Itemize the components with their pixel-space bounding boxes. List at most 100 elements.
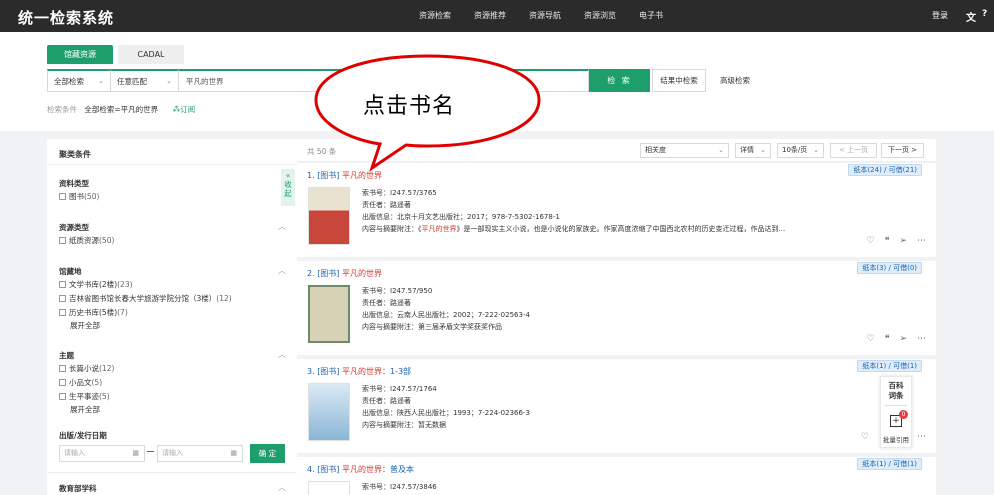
- checkbox[interactable]: [59, 237, 66, 244]
- divider: [47, 472, 297, 473]
- record-fields: 索书号：I247.57/950 责任者：路遥著 出版信息：云南人民出版社；200…: [362, 285, 530, 333]
- author: 责任者：路遥著: [362, 201, 411, 209]
- checkbox[interactable]: [59, 309, 66, 316]
- search-within-results-button[interactable]: 结果中检索: [652, 69, 706, 92]
- call-number: 索书号：I247.57/3846: [362, 483, 437, 491]
- record-title[interactable]: 平凡的世界: [342, 465, 382, 474]
- facet-item-count: (12): [216, 294, 232, 303]
- share-icon[interactable]: ➢: [899, 236, 907, 246]
- chevron-up-icon[interactable]: ︿: [278, 221, 286, 232]
- match-mode-select[interactable]: 任意匹配 ⌄: [110, 69, 178, 92]
- facet-item[interactable]: 纸质资源(50): [59, 235, 114, 246]
- tab-library-collection[interactable]: 馆藏资源: [47, 45, 113, 64]
- facet-heading-subject: 主题: [59, 351, 74, 360]
- app-logo[interactable]: 统一检索系统: [18, 7, 114, 28]
- chevron-up-icon[interactable]: ︿: [278, 265, 286, 276]
- book-cover[interactable]: [308, 187, 350, 245]
- collapse-sidebar-button[interactable]: « 收 起: [281, 169, 295, 206]
- next-page-button[interactable]: 下一页 >: [881, 143, 924, 158]
- date-to-placeholder: 请输入: [162, 449, 183, 457]
- language-icon[interactable]: 文: [966, 9, 976, 24]
- heart-icon[interactable]: ♡: [861, 432, 869, 442]
- date-to-input[interactable]: 请输入 ▦: [157, 445, 243, 462]
- record-title-link[interactable]: 4. [图书] 平凡的世界：普及本: [307, 464, 414, 475]
- holdings-badge[interactable]: 纸本(3) / 可借(0): [857, 262, 922, 274]
- facet-item[interactable]: 长篇小说(12): [59, 363, 114, 374]
- record-title[interactable]: 平凡的世界: [342, 367, 382, 376]
- advanced-search-link[interactable]: 高级检索: [720, 75, 750, 86]
- facet-item-label: 吉林省图书馆长春大学旅游学院分馆（3楼）: [69, 294, 217, 303]
- more-icon[interactable]: ⋯: [917, 236, 926, 246]
- facet-item[interactable]: 图书(50): [59, 191, 99, 202]
- more-icon[interactable]: ⋯: [917, 432, 926, 442]
- search-button[interactable]: 检 索: [589, 69, 650, 92]
- facet-item[interactable]: 文学书库(2楼)(23): [59, 279, 133, 290]
- record-index: 1.: [307, 171, 315, 180]
- search-field-value: 全部检索: [54, 77, 84, 86]
- chevron-up-icon[interactable]: ︿: [278, 482, 286, 493]
- holdings-badge[interactable]: 纸本(1) / 可借(1): [857, 458, 922, 470]
- checkbox[interactable]: [59, 379, 66, 386]
- subscribe-label: 订阅: [180, 105, 196, 114]
- record-title[interactable]: 平凡的世界: [342, 171, 382, 180]
- facet-item[interactable]: 生平事迹(5): [59, 391, 110, 402]
- nav-resource-recommend[interactable]: 资源推荐: [474, 10, 506, 21]
- nav-resource-browse[interactable]: 资源浏览: [584, 10, 616, 21]
- quote-icon[interactable]: ❝: [885, 236, 890, 246]
- prev-page-button[interactable]: < 上一页: [830, 143, 877, 158]
- nav-resource-search[interactable]: 资源检索: [419, 10, 451, 21]
- batch-cite-label[interactable]: 批量引用: [881, 434, 911, 444]
- heart-icon[interactable]: ♡: [867, 236, 875, 246]
- help-icon[interactable]: ?: [982, 9, 994, 21]
- facet-item-label: 小品文: [69, 378, 92, 387]
- expand-all-link[interactable]: 展开全部: [70, 320, 100, 331]
- book-cover[interactable]: [308, 285, 350, 343]
- holdings-badge[interactable]: 纸本(1) / 可借(1): [857, 360, 922, 372]
- author: 责任者：路遥著: [362, 397, 411, 405]
- facet-item[interactable]: 小品文(5): [59, 377, 102, 388]
- date-range-dash: [147, 451, 154, 452]
- encyclopedia-label-2: 词条: [888, 391, 904, 400]
- facet-item-count: (5): [91, 378, 103, 387]
- rss-icon: ⁂: [172, 105, 181, 114]
- quote-icon[interactable]: ❝: [885, 334, 890, 344]
- checkbox[interactable]: [59, 393, 66, 400]
- tab-cadal[interactable]: CADAL: [118, 45, 184, 64]
- date-from-input[interactable]: 请输入 ▦: [59, 445, 145, 462]
- subscribe-link[interactable]: ⁂订阅: [173, 105, 196, 114]
- facet-item-label: 文学书库(2楼): [69, 280, 118, 289]
- encyclopedia-label-1: 百科: [888, 381, 904, 390]
- nav-resource-guide[interactable]: 资源导航: [529, 10, 561, 21]
- encyclopedia-entry-button[interactable]: 百科 词条: [881, 381, 911, 401]
- checkbox[interactable]: [59, 281, 66, 288]
- checkbox[interactable]: [59, 295, 66, 302]
- page-size-select[interactable]: 10条/页 ⌄: [777, 143, 824, 158]
- page-size-value: 10条/页: [782, 146, 808, 154]
- chevron-up-icon[interactable]: ︿: [278, 349, 286, 360]
- record-title-link[interactable]: 2. [图书] 平凡的世界: [307, 268, 382, 279]
- double-chevron-left-icon: «: [285, 171, 291, 180]
- facet-title: 聚类条件: [59, 150, 91, 159]
- date-confirm-button[interactable]: 确 定: [250, 444, 285, 463]
- holdings-badge[interactable]: 纸本(24) / 可借(21): [848, 164, 922, 176]
- record-index: 2.: [307, 269, 315, 278]
- nav-ebook[interactable]: 电子书: [639, 10, 663, 21]
- login-link[interactable]: 登录: [932, 10, 948, 21]
- share-icon[interactable]: ➢: [899, 334, 907, 344]
- view-select[interactable]: 详情 ⌄: [735, 143, 771, 158]
- checkbox[interactable]: [59, 193, 66, 200]
- record-title-link[interactable]: 3. [图书] 平凡的世界：1-3部: [307, 366, 411, 377]
- book-cover[interactable]: [308, 383, 350, 441]
- record-index: 3.: [307, 367, 315, 376]
- heart-icon[interactable]: ♡: [867, 334, 875, 344]
- expand-all-link[interactable]: 展开全部: [70, 404, 100, 415]
- search-field-select[interactable]: 全部检索 ⌄: [47, 69, 110, 92]
- facet-item[interactable]: 历史书库(5楼)(7): [59, 307, 128, 318]
- sort-select[interactable]: 相关度 ⌄: [640, 143, 729, 158]
- book-cover[interactable]: [308, 481, 350, 495]
- record-index: 4.: [307, 465, 315, 474]
- more-icon[interactable]: ⋯: [917, 334, 926, 344]
- facet-item[interactable]: 吉林省图书馆长春大学旅游学院分馆（3楼）(12): [59, 293, 232, 304]
- record-title[interactable]: 平凡的世界: [342, 269, 382, 278]
- checkbox[interactable]: [59, 365, 66, 372]
